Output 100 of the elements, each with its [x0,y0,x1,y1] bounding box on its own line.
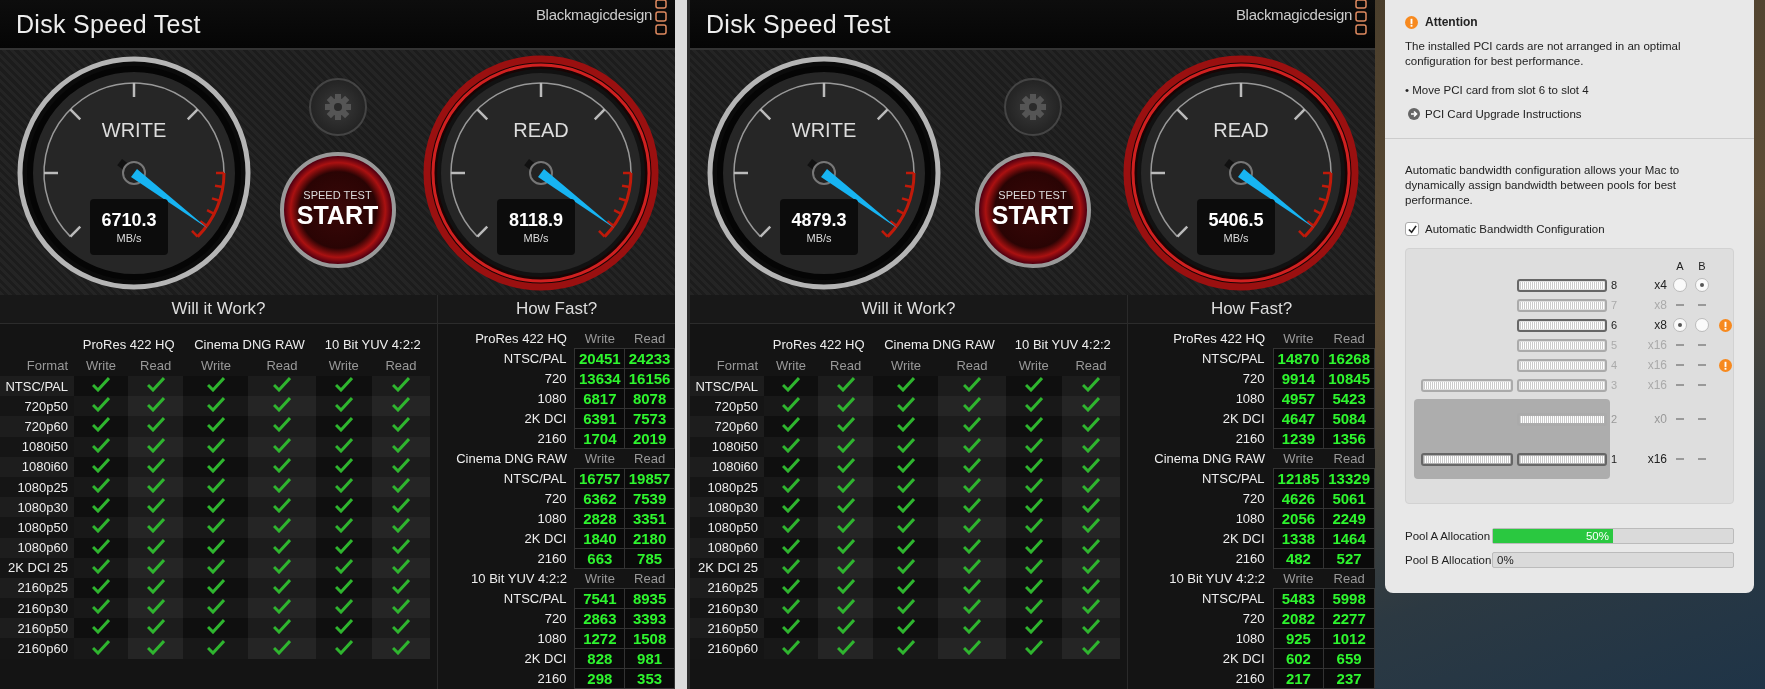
speed-value-cell: 24233 [624,348,675,369]
format-cell: 720 [444,608,575,629]
pool-radio[interactable] [1695,318,1709,332]
column-header: Write [1273,448,1324,469]
column-header: Write [574,329,625,349]
brand-name: Blackmagicdesign [1235,6,1352,23]
checkbox-label: Automatic Bandwidth Configuration [1425,223,1605,235]
start-button[interactable]: SPEED TEST START [279,151,396,268]
codec-header: Cinema DNG RAW [444,448,575,469]
column-header: Write [873,355,939,376]
column-header: Read [624,448,675,469]
dash-icon [1698,364,1706,366]
bullet-item: • Move PCI card from slot 6 to slot 4 [1405,83,1590,98]
dash-icon [1698,304,1706,306]
column-header: Write [1273,568,1324,589]
gauge-label: READ [1213,118,1269,142]
format-cell: 1080p25 [690,476,764,498]
codec-header: 10 Bit YUV 4:2:2 [1013,336,1112,354]
pool-radio[interactable] [1695,278,1709,292]
dash-icon [1698,384,1706,386]
codec-header: ProRes 422 HQ [81,336,176,354]
settings-button[interactable] [1003,77,1062,136]
format-cell: NTSC/PAL [1134,588,1274,609]
pool-radio[interactable] [1673,318,1687,332]
format-cell: 2160p50 [0,618,74,639]
speed-unit: MB/s [1223,231,1249,244]
lane-width: x0 [1653,412,1668,426]
dash-icon [1676,458,1684,460]
dash-icon [1676,344,1684,346]
speed-value-cell: 482 [1273,548,1324,569]
settings-button[interactable] [308,77,367,136]
format-cell: 2160 [1134,668,1274,689]
codec-header: Cinema DNG RAW [1134,448,1274,469]
format-cell: 2160p30 [690,598,764,619]
lane-width: x16 [1646,452,1668,466]
column-header: Write [1005,355,1062,376]
speed-value-cell: 2863 [574,608,625,629]
speed-value-cell: 6391 [574,408,625,429]
format-cell: 2160p60 [690,638,764,659]
speed-value-cell: 1704 [574,428,625,449]
instructions-link[interactable]: PCI Card Upgrade Instructions [1425,108,1582,120]
speed-value-cell: 20451 [574,348,625,369]
speed-value-cell: 602 [1273,648,1324,669]
format-cell: 1080p30 [0,497,74,518]
slot-number: 6 [1610,319,1619,331]
brand-name: Blackmagicdesign [535,6,652,23]
speed-unit: MB/s [806,231,832,244]
format-cell: 2160p30 [0,598,74,619]
column-header: Read [1323,568,1375,589]
format-cell: 1080p50 [690,517,764,538]
start-button[interactable]: SPEED TEST START [974,151,1091,268]
format-cell: 1080 [1134,388,1274,409]
speed-value: 5406.5 [1208,209,1264,231]
codec-header: ProRes 422 HQ [1134,329,1274,349]
format-cell: 720 [444,368,575,389]
format-cell: 1080p60 [690,537,764,558]
speed-value-cell: 5998 [1323,588,1375,609]
format-cell: 2K DCI [444,648,575,669]
format-cell: 2K DCI [1134,528,1274,549]
format-cell: 2K DCI [1134,648,1274,669]
format-cell: 2K DCI 25 [0,557,74,578]
codec-header: ProRes 422 HQ [771,336,866,354]
checkbox[interactable] [1405,222,1419,236]
column-header: Write [574,448,625,469]
speed-value: 8118.9 [508,209,564,231]
speed-value-cell: 1840 [574,528,625,549]
format-cell: 2160p60 [0,638,74,659]
format-cell: 1080p25 [0,476,74,498]
attention-title: Attention [1425,15,1478,29]
pool-header: B [1697,260,1707,272]
format-cell: NTSC/PAL [690,376,764,397]
speed-value-cell: 2082 [1273,608,1324,629]
format-cell: 720 [1134,608,1274,629]
logo-squares-icon [655,0,667,36]
settings-icon [324,93,351,120]
speed-value-cell: 9914 [1273,368,1324,389]
logo-squares-icon [1355,0,1367,36]
format-cell: NTSC/PAL [1134,348,1274,369]
format-cell: 2160 [1134,548,1274,569]
format-cell: 720 [1134,368,1274,389]
column-header: Write [574,568,625,589]
codec-header: Cinema DNG RAW [193,336,306,354]
pool-radio[interactable] [1673,278,1687,292]
speed-value: 6710.3 [101,209,157,231]
format-cell: 1080p30 [690,497,764,518]
gauge-label: READ [513,118,569,142]
column-header: Read [1323,329,1375,349]
format-cell: NTSC/PAL [1134,468,1274,489]
pool-label: Pool B Allocation [1405,554,1492,566]
format-cell: NTSC/PAL [444,348,575,369]
format-cell: 720 [1134,488,1274,509]
dash-icon [1698,344,1706,346]
format-cell: 1080 [444,628,575,649]
format-cell: 2K DCI [444,528,575,549]
speed-value-cell: 2828 [574,508,625,529]
format-cell: 2160 [444,548,575,569]
dash-icon [1698,418,1706,420]
dash-icon [1676,384,1684,386]
section-title: How Fast? [1210,299,1293,319]
speed-value-cell: 12185 [1273,468,1324,489]
